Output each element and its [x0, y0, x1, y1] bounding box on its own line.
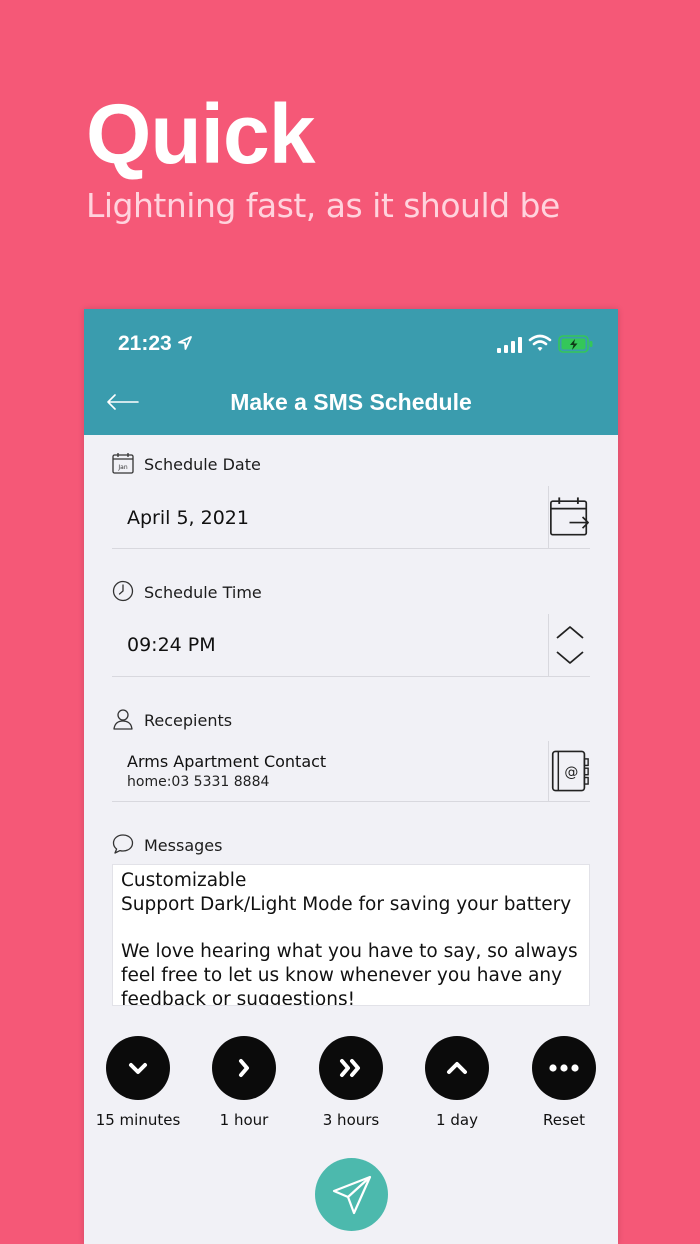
phone-screen: 21:23 Make a SMS Schedule Jan Schedule D…	[84, 309, 618, 1244]
calendar-arrow-icon	[550, 497, 589, 536]
signal-icon	[497, 337, 522, 353]
schedule-date-value[interactable]: April 5, 2021	[127, 507, 249, 529]
schedule-time-field[interactable]: 09:24 PM	[112, 614, 590, 677]
recipients-label: Recepients	[144, 711, 233, 730]
paper-plane-icon	[332, 1175, 371, 1214]
recipient-name[interactable]: Arms Apartment Contact	[127, 752, 326, 771]
svg-text:@: @	[564, 765, 578, 781]
add-3-hours-button[interactable]	[319, 1036, 383, 1100]
quick-label-reset: Reset	[543, 1111, 585, 1129]
quick-label-15-minutes: 15 minutes	[95, 1111, 181, 1129]
time-stepper-button[interactable]	[549, 614, 590, 676]
send-button[interactable]	[315, 1158, 388, 1231]
schedule-date-label: Schedule Date	[144, 455, 261, 474]
app-header: 21:23 Make a SMS Schedule	[84, 309, 618, 435]
message-textarea[interactable]: Customizable Support Dark/Light Mode for…	[112, 864, 590, 1006]
quick-label-1-day: 1 day	[436, 1111, 478, 1129]
reset-button[interactable]	[532, 1036, 596, 1100]
wifi-icon	[528, 334, 552, 351]
recipients-field[interactable]: Arms Apartment Contact home:03 5331 8884…	[112, 741, 590, 802]
chevron-up-down-icon	[555, 626, 584, 664]
add-15-minutes-button[interactable]	[106, 1036, 170, 1100]
quick-label-3-hours: 3 hours	[322, 1111, 380, 1129]
recipient-phone[interactable]: home:03 5331 8884	[127, 774, 269, 790]
messages-label: Messages	[144, 836, 223, 855]
schedule-date-field[interactable]: April 5, 2021	[112, 486, 590, 549]
address-book-icon: @	[551, 750, 589, 792]
location-arrow-icon	[178, 336, 192, 350]
double-chevron-right-icon	[340, 1059, 360, 1077]
add-1-day-button[interactable]	[425, 1036, 489, 1100]
contacts-button[interactable]: @	[549, 741, 590, 801]
chevron-right-icon	[239, 1059, 249, 1077]
status-time: 21:23	[118, 332, 172, 355]
calendar-picker-button[interactable]	[549, 486, 590, 548]
promo-headline: Quick	[86, 87, 315, 181]
calendar-icon: Jan	[112, 453, 134, 474]
promo-subline: Lightning fast, as it should be	[86, 186, 560, 225]
quick-label-1-hour: 1 hour	[219, 1111, 269, 1129]
add-1-hour-button[interactable]	[212, 1036, 276, 1100]
ellipsis-icon	[549, 1064, 579, 1072]
calendar-icon-text: Jan	[117, 464, 127, 471]
battery-icon	[558, 335, 593, 353]
schedule-time-value[interactable]: 09:24 PM	[127, 634, 216, 656]
chevron-up-icon	[447, 1062, 467, 1074]
schedule-time-label: Schedule Time	[144, 583, 262, 602]
clock-icon	[112, 580, 134, 602]
speech-bubble-icon	[112, 834, 134, 854]
page-title: Make a SMS Schedule	[230, 389, 472, 415]
person-icon	[113, 709, 133, 730]
chevron-down-icon	[129, 1063, 147, 1074]
